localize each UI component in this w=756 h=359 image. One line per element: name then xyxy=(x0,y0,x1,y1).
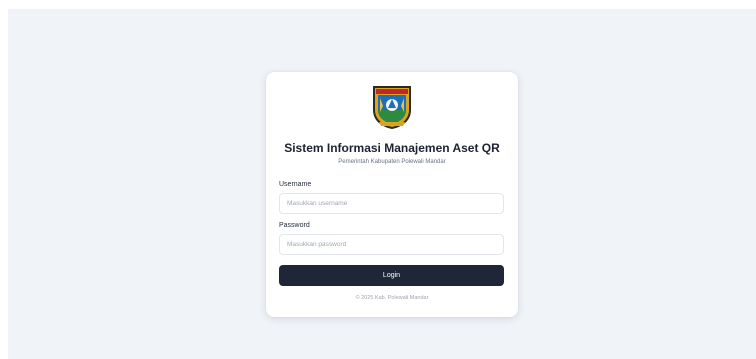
username-input[interactable] xyxy=(279,193,504,214)
login-card: Sistem Informasi Manajemen Aset QR Pemer… xyxy=(266,72,518,317)
login-button[interactable]: Login xyxy=(279,265,504,286)
login-page-background: Sistem Informasi Manajemen Aset QR Pemer… xyxy=(8,9,756,359)
password-input[interactable] xyxy=(279,234,504,255)
app-title: Sistem Informasi Manajemen Aset QR xyxy=(284,141,500,155)
username-label: Username xyxy=(279,181,312,188)
footer-copyright: © 2025 Kab. Polewali Mandar xyxy=(355,295,429,301)
regency-coat-of-arms-icon xyxy=(373,86,411,129)
password-label: Password xyxy=(279,222,310,229)
app-subtitle: Pemerintah Kabupaten Polewali Mandar xyxy=(338,159,446,165)
